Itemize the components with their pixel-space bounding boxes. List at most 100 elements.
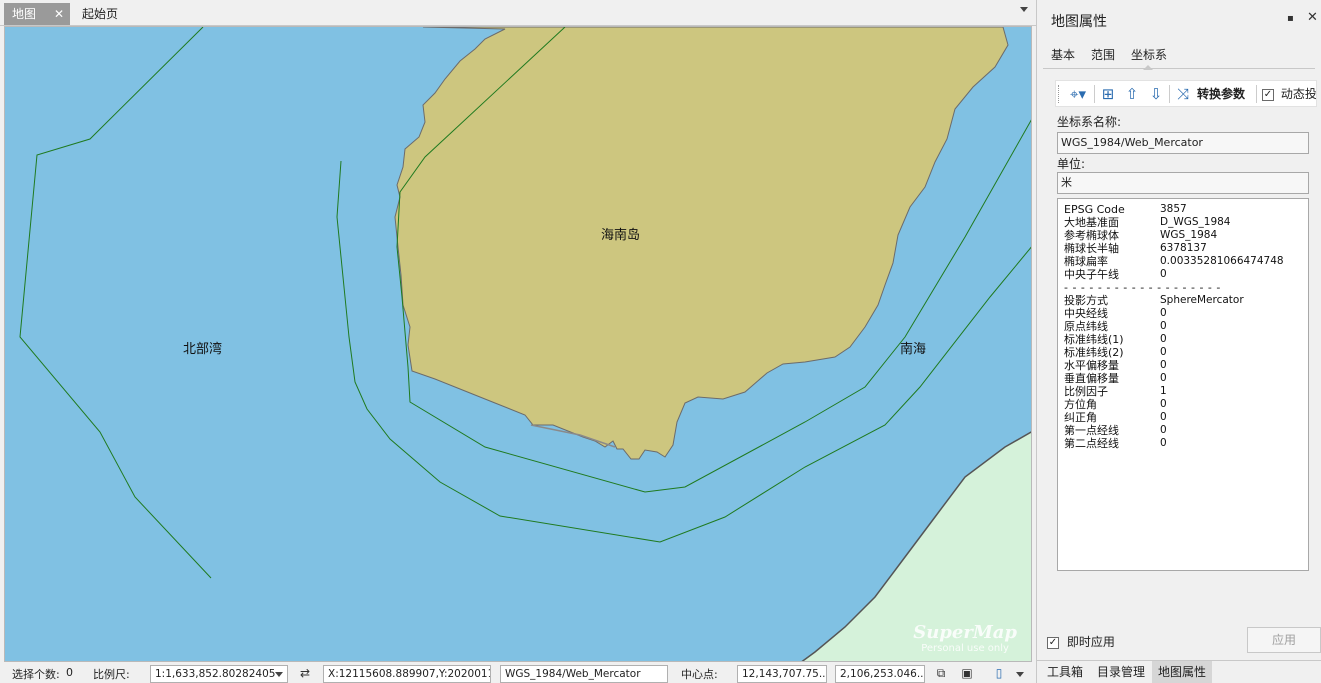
info-key: 垂直偏移量	[1064, 372, 1119, 385]
info-value: WGS_1984	[1160, 229, 1218, 241]
unit-value: 米	[1061, 176, 1072, 189]
center-y-value: 2,106,253.046...	[840, 668, 925, 680]
info-row: 第二点经线 0	[1064, 437, 1302, 450]
tab-extent[interactable]: 范围	[1091, 46, 1115, 63]
info-key: 标准纬线(2)	[1064, 346, 1124, 359]
chevron-down-icon[interactable]	[1020, 7, 1028, 12]
info-row: 中央经线 0	[1064, 307, 1302, 320]
info-value: D_WGS_1984	[1160, 216, 1231, 228]
copy-icon[interactable]: ⧉	[932, 665, 950, 681]
tab-map-properties[interactable]: 地图属性	[1152, 661, 1213, 683]
dynamic-projection-toggle[interactable]: ✓ 动态投	[1262, 84, 1316, 104]
unit-label: 单位:	[1057, 157, 1086, 171]
close-icon[interactable]: ✕	[54, 3, 64, 25]
tab-start-page-label: 起始页	[82, 7, 119, 21]
convert-icon[interactable]: ⤨	[1173, 84, 1193, 104]
coordinate-toolbar: ⌖▾ ⊞ ⇧ ⇩ ⤨ 转换参数 ✓ 动态投	[1055, 80, 1317, 107]
watermark-subtitle: Personal use only	[921, 643, 1009, 654]
label-south-sea: 南海	[900, 342, 927, 357]
app-window: 地图 ✕ 起始页 北部湾 海南岛 南海 SuperMap Personal us…	[0, 0, 1321, 683]
apply-button[interactable]: 应用	[1247, 627, 1321, 653]
tab-start-page[interactable]: 起始页	[74, 3, 126, 25]
chevron-down-icon[interactable]	[275, 672, 283, 677]
label-beibu-gulf: 北部湾	[183, 342, 223, 357]
info-row: 比例因子 1	[1064, 385, 1302, 398]
info-row: EPSG Code 3857	[1064, 203, 1302, 216]
info-value: 0.00335281066474748	[1160, 255, 1284, 267]
info-row: 椭球扁率 0.00335281066474748	[1064, 255, 1302, 268]
watermark-brand: SuperMap	[913, 622, 1017, 643]
dynamic-projection-checkbox[interactable]: ✓	[1262, 88, 1274, 101]
cursor-coordinates-field[interactable]: X:12115608.889907,Y:2020011...	[323, 665, 491, 683]
center-y-field[interactable]: 2,106,253.046...	[835, 665, 925, 683]
info-key: 方位角	[1064, 398, 1097, 411]
coordinate-system-field: WGS_1984/Web_Mercator	[500, 665, 668, 683]
map-canvas[interactable]	[5, 27, 1032, 662]
unit-field: 米	[1057, 172, 1309, 194]
new-coordinate-icon[interactable]: ⊞	[1098, 84, 1118, 104]
info-value: 6378137	[1160, 242, 1207, 254]
swap-icon[interactable]: ⇄	[296, 665, 314, 681]
apply-now-label: 即时应用	[1066, 635, 1115, 649]
info-key: 大地基准面	[1064, 216, 1119, 229]
coordinate-system-value: WGS_1984/Web_Mercator	[505, 668, 641, 680]
pin-icon[interactable]: ▪	[1287, 13, 1294, 24]
info-key: 投影方式	[1064, 294, 1108, 307]
info-key: 比例因子	[1064, 385, 1108, 398]
import-icon[interactable]: ⇧	[1122, 84, 1142, 104]
info-separator: - - - - - - - - - - - - - - - - - - -	[1064, 281, 1221, 294]
export-icon[interactable]: ⇩	[1146, 84, 1166, 104]
toolbar-separator	[1169, 85, 1170, 103]
apply-now-checkbox[interactable]: ✓	[1047, 636, 1059, 649]
info-value: 0	[1160, 346, 1167, 358]
info-value: 0	[1160, 333, 1167, 345]
info-row: 方位角 0	[1064, 398, 1302, 411]
tab-toolbox[interactable]: 工具箱	[1041, 661, 1089, 683]
map-view[interactable]: 北部湾 海南岛 南海 SuperMap Personal use only	[4, 26, 1032, 662]
info-row: 原点纬线 0	[1064, 320, 1302, 333]
apply-now-toggle[interactable]: ✓ 即时应用	[1047, 633, 1115, 650]
convert-params-button[interactable]: 转换参数	[1197, 84, 1245, 104]
info-row: 水平偏移量 0	[1064, 359, 1302, 372]
paste-icon[interactable]: ▣	[958, 665, 976, 681]
chevron-down-icon[interactable]	[1016, 672, 1024, 677]
info-row: 椭球长半轴 6378137	[1064, 242, 1302, 255]
tab-coordinate-system[interactable]: 坐标系	[1131, 46, 1167, 70]
info-row: 大地基准面 D_WGS_1984	[1064, 216, 1302, 229]
cs-name-field: WGS_1984/Web_Mercator	[1057, 132, 1309, 154]
document-tab-strip: 地图 ✕ 起始页	[0, 0, 1036, 26]
info-key: 标准纬线(1)	[1064, 333, 1124, 346]
coordinate-info-box[interactable]: EPSG Code 3857 大地基准面 D_WGS_1984 参考椭球体 WGS_198…	[1057, 198, 1309, 571]
info-value: 0	[1160, 359, 1167, 371]
close-icon[interactable]: ✕	[1307, 10, 1318, 25]
info-rows-bottom: 投影方式 SphereMercator 中央经线 0 原点纬线 0 标准纬线(1) 0 标准纬线…	[1064, 294, 1302, 450]
panel-title: 地图属性	[1051, 14, 1107, 30]
info-value: SphereMercator	[1160, 294, 1244, 306]
center-x-field[interactable]: 12,143,707.75...	[737, 665, 827, 683]
selected-count-value: 0	[66, 666, 73, 679]
info-row: 标准纬线(2) 0	[1064, 346, 1302, 359]
tab-basic[interactable]: 基本	[1051, 46, 1075, 63]
info-key: 纠正角	[1064, 411, 1097, 424]
info-row: 中央子午线 0	[1064, 268, 1302, 281]
tab-divider	[1043, 68, 1315, 69]
center-x-value: 12,143,707.75...	[742, 668, 827, 680]
info-rows-top: EPSG Code 3857 大地基准面 D_WGS_1984 参考椭球体 WGS_198…	[1064, 203, 1302, 281]
info-value: 0	[1160, 437, 1167, 449]
info-key: 水平偏移量	[1064, 359, 1119, 372]
info-key: 中央经线	[1064, 307, 1108, 320]
toolbar-grip	[1058, 85, 1059, 103]
info-value: 0	[1160, 424, 1167, 436]
info-row: 标准纬线(1) 0	[1064, 333, 1302, 346]
cs-name-label: 坐标系名称:	[1057, 115, 1122, 129]
info-value: 0	[1160, 320, 1167, 332]
scale-label: 比例尺:	[93, 668, 130, 681]
scale-combobox[interactable]: 1:1,633,852.80282405	[150, 665, 288, 683]
tab-map[interactable]: 地图 ✕	[4, 3, 70, 25]
info-row: 参考椭球体 WGS_1984	[1064, 229, 1302, 242]
map-properties-panel: 地图属性 ▪ ✕ 基本 范围 坐标系 ⌖▾ ⊞ ⇧ ⇩ ⤨ 转换参数 ✓ 动态投…	[1036, 0, 1321, 683]
scale-value: 1:1,633,852.80282405	[155, 668, 276, 680]
bookmark-icon[interactable]: ▯	[990, 665, 1008, 681]
tab-catalog[interactable]: 目录管理	[1091, 661, 1151, 683]
coordinate-system-icon[interactable]: ⌖▾	[1064, 84, 1092, 104]
